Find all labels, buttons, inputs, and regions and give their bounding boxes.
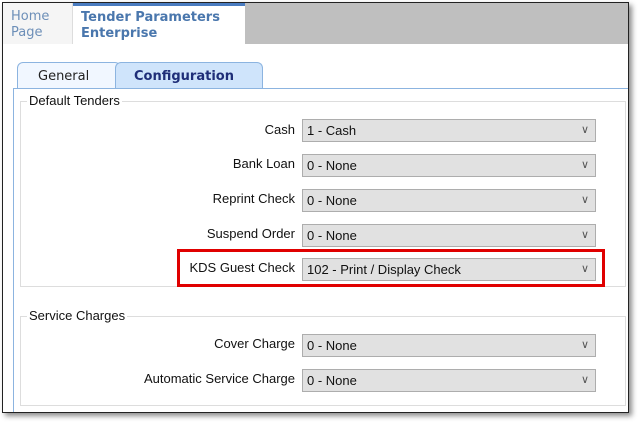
- select-value: 1 - Cash: [307, 123, 357, 138]
- tab-configuration[interactable]: Configuration: [115, 62, 263, 89]
- tab-label: Tender Parameters: [81, 10, 220, 25]
- tab-general[interactable]: General: [17, 62, 121, 89]
- window: Home Page Tender Parameters Enterprise Gen…: [2, 2, 629, 413]
- reprint-check-select[interactable]: 0 - None ∨: [302, 189, 596, 212]
- reprint-check-label: Reprint Check: [212, 191, 295, 206]
- tab-tender-parameters[interactable]: Tender Parameters Enterprise: [73, 3, 245, 44]
- group-title: Default Tenders: [27, 93, 122, 108]
- chevron-down-icon: ∨: [580, 339, 589, 351]
- tab-label: Page: [11, 25, 43, 40]
- service-charges-group: Service Charges: [20, 308, 626, 406]
- highlight-box: [177, 249, 605, 287]
- select-value: 0 - None: [307, 373, 357, 388]
- select-value: 0 - None: [307, 228, 357, 243]
- automatic-service-charge-label: Automatic Service Charge: [143, 371, 295, 386]
- bank-loan-select[interactable]: 0 - None ∨: [302, 154, 596, 177]
- cover-charge-label: Cover Charge: [214, 336, 295, 351]
- group-title: Service Charges: [27, 308, 128, 323]
- chevron-down-icon: ∨: [580, 194, 589, 206]
- select-value: 0 - None: [307, 338, 357, 353]
- cash-label: Cash: [264, 122, 295, 137]
- suspend-order-label: Suspend Order: [206, 226, 295, 241]
- top-tab-bar: Home Page Tender Parameters Enterprise: [3, 3, 628, 44]
- chevron-down-icon: ∨: [580, 159, 589, 171]
- chevron-down-icon: ∨: [580, 229, 589, 241]
- select-value: 0 - None: [307, 158, 357, 173]
- chevron-down-icon: ∨: [580, 374, 589, 386]
- suspend-order-select[interactable]: 0 - None ∨: [302, 224, 596, 247]
- cash-select[interactable]: 1 - Cash ∨: [302, 119, 596, 142]
- select-value: 0 - None: [307, 193, 357, 208]
- tab-label: Home: [11, 9, 50, 24]
- cover-charge-select[interactable]: 0 - None ∨: [302, 334, 596, 357]
- automatic-service-charge-select[interactable]: 0 - None ∨: [302, 369, 596, 392]
- tab-home-page[interactable]: Home Page: [3, 3, 73, 44]
- chevron-down-icon: ∨: [580, 124, 589, 136]
- bank-loan-label: Bank Loan: [232, 156, 295, 171]
- tab-label: Enterprise: [81, 26, 158, 41]
